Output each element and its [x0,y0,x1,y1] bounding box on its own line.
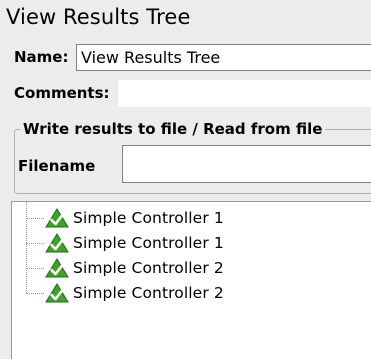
tree-item[interactable]: Simple Controller 1 [26,207,224,229]
name-label: Name: [14,48,69,66]
filename-label: Filename [18,157,96,175]
filename-field[interactable] [122,145,371,183]
tree-item[interactable]: Simple Controller 2 [26,282,224,304]
success-check-icon [45,283,69,303]
tree-branch-line [26,242,44,244]
results-tree[interactable]: Simple Controller 1 Simple Controller 1 … [11,201,371,359]
panel-title: View Results Tree [6,5,191,29]
tree-item-label: Simple Controller 1 [73,234,224,252]
success-check-icon [45,233,69,253]
name-field[interactable] [76,44,371,71]
success-check-icon [45,258,69,278]
tree-item-label: Simple Controller 2 [73,284,224,302]
tree-item[interactable]: Simple Controller 2 [26,257,224,279]
tree-item[interactable]: Simple Controller 1 [26,232,224,254]
comments-label: Comments: [14,84,110,102]
tree-item-label: Simple Controller 2 [73,259,224,277]
tree-branch-line [26,267,44,269]
tree-item-label: Simple Controller 1 [73,209,224,227]
tree-branch-line [26,292,44,294]
file-settings-group-title: Write results to file / Read from file [20,120,326,138]
success-check-icon [45,208,69,228]
tree-branch-line [26,217,44,219]
comments-field[interactable] [118,80,371,107]
